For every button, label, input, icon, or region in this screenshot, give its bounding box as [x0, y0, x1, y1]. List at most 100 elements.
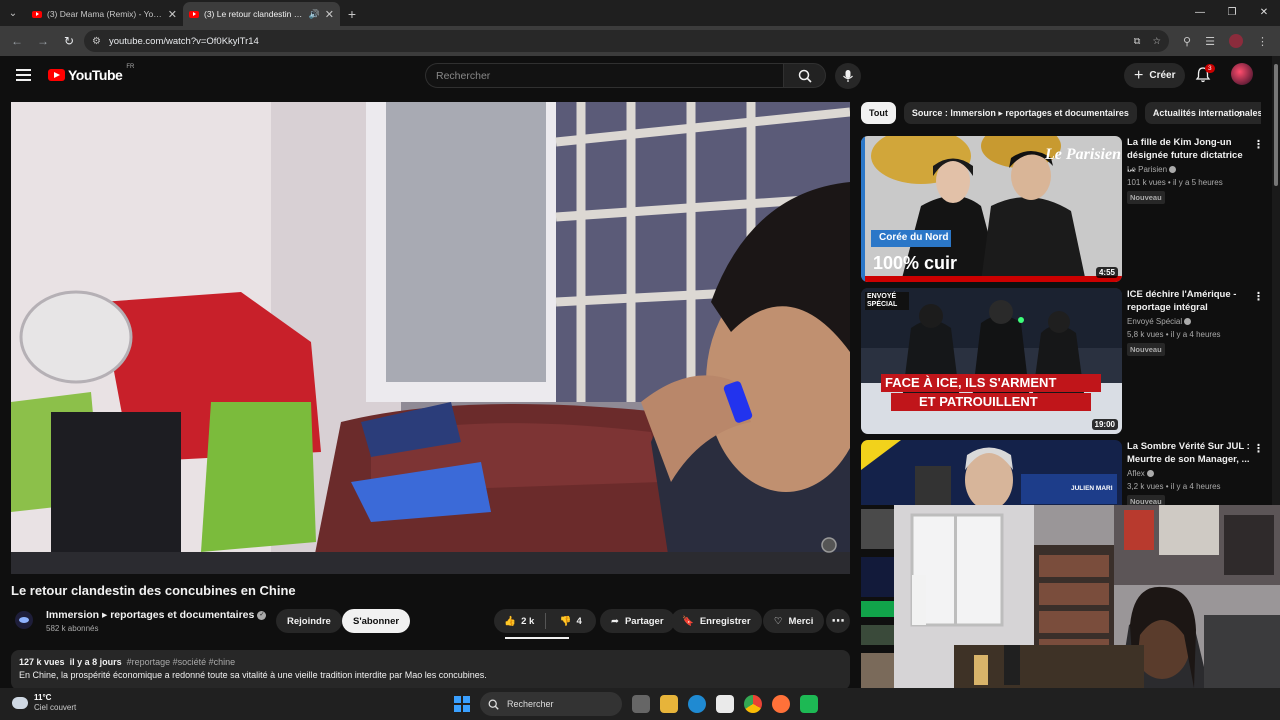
share-label: Partager [624, 615, 664, 627]
thanks-button[interactable]: ♡ Merci [763, 609, 825, 633]
thanks-label: Merci [788, 615, 814, 627]
app-icon[interactable] [800, 695, 818, 713]
chip-all[interactable]: Tout [861, 102, 896, 124]
hidden-recommendations-strip [861, 505, 894, 688]
video-actions-row: Immersion ▸ reportages et documentaires ✓… [11, 607, 856, 639]
youtube-logo[interactable]: YouTube FR [48, 64, 135, 83]
reload-icon[interactable]: ↻ [58, 30, 80, 52]
profile-avatar[interactable] [1228, 34, 1243, 48]
windows-start-icon[interactable] [454, 696, 470, 712]
taskbar-search-label: Rechercher [507, 699, 554, 709]
more-actions-button[interactable]: ⋯ [826, 609, 850, 633]
views-text: 3,2 k vues [1127, 482, 1164, 491]
logo-text: YouTube [68, 67, 123, 83]
thumb-name: JULIEN MARI [1071, 485, 1113, 492]
task-view-icon[interactable] [632, 695, 650, 713]
video-thumbnail[interactable]: ENVOYÉ SPÉCIAL FACE À ICE, ILS S'ARMENT … [861, 288, 1122, 434]
recommendation-channel[interactable]: Envoyé Spécial [1127, 317, 1192, 326]
speaker-icon[interactable]: 🔊 [309, 9, 320, 20]
video-thumbnail[interactable]: Le Parisien Corée du Nord 100% cuir 4:55 [861, 136, 1122, 282]
more-options-icon[interactable]: ⋮ [1253, 442, 1264, 455]
chip-source[interactable]: Source : Immersion ▸ reportages et docum… [903, 102, 1137, 124]
bookmark-star-icon[interactable]: ☆ [1152, 36, 1161, 47]
recommendation-item[interactable]: ENVOYÉ SPÉCIAL FACE À ICE, ILS S'ARMENT … [861, 288, 1266, 434]
youtube-header: YouTube FR Rechercher + Créer 3 [0, 56, 1272, 96]
extensions-icon[interactable]: ⚲ [1183, 35, 1191, 48]
recommendation-stats: 101 k vues • il y a 5 heures [1127, 178, 1223, 187]
close-window-icon[interactable]: ✕ [1248, 0, 1280, 24]
subscriber-count: 582 k abonnés [46, 624, 99, 633]
store-icon[interactable] [716, 695, 734, 713]
menu-icon[interactable] [16, 69, 31, 81]
close-tab-icon[interactable]: ✕ [325, 8, 334, 21]
share-icon: ➦ [611, 615, 619, 627]
dislike-button[interactable]: 👎 4 [546, 616, 597, 627]
reading-list-icon[interactable]: ☰ [1205, 35, 1215, 48]
search-button[interactable] [783, 63, 826, 88]
join-button[interactable]: Rejoindre [276, 609, 342, 633]
new-tab-button[interactable]: + [340, 2, 364, 26]
tab-search-icon[interactable]: ⌄ [0, 0, 26, 26]
like-button[interactable]: 👍 2 k [494, 616, 545, 627]
account-avatar[interactable] [1231, 63, 1253, 85]
like-count: 2 k [521, 615, 535, 627]
taskbar-search[interactable]: Rechercher [480, 692, 622, 716]
subscribe-button[interactable]: S'abonner [342, 609, 411, 633]
address-bar[interactable]: ⚙ youtube.com/watch?v=Of0KkylTr14 ⧉ ☆ [84, 30, 1169, 52]
dislike-count: 4 [576, 615, 582, 627]
recommendation-channel[interactable]: Le Parisien [1127, 165, 1177, 174]
recommendation-title[interactable]: ICE déchire l'Amérique - reportage intég… [1127, 288, 1251, 314]
like-active-indicator [505, 637, 569, 639]
forward-icon[interactable]: → [32, 30, 54, 52]
video-thumbnail[interactable]: JULIEN MARI [861, 440, 1122, 505]
notification-count-badge: 3 [1205, 64, 1215, 73]
recommendation-stats: 3,2 k vues • il y a 4 heures [1127, 482, 1221, 491]
microphone-icon [843, 70, 853, 82]
thumb-line-1: FACE À ICE, ILS S'ARMENT [885, 375, 1057, 390]
voice-search-button[interactable] [835, 63, 861, 89]
search-input[interactable]: Rechercher [425, 63, 783, 88]
recommendation-item[interactable]: Le Parisien Corée du Nord 100% cuir 4:55… [861, 136, 1266, 282]
recommendation-channel[interactable]: Aflex [1127, 469, 1154, 478]
chevron-right-icon[interactable]: › [1238, 106, 1242, 121]
new-badge: Nouveau [1127, 495, 1165, 505]
more-options-icon[interactable]: ⋮ [1253, 138, 1264, 151]
thumb-tag: Corée du Nord [879, 232, 949, 243]
chrome-icon[interactable] [744, 695, 762, 713]
close-tab-icon[interactable]: ✕ [168, 8, 177, 21]
thumb-caption: 100% cuir [873, 253, 958, 273]
edge-icon[interactable] [688, 695, 706, 713]
video-player[interactable] [11, 102, 850, 574]
minimize-icon[interactable]: — [1184, 0, 1216, 24]
channel-text: Envoyé Spécial [1127, 317, 1183, 326]
new-badge: Nouveau [1127, 343, 1165, 356]
share-button[interactable]: ➦ Partager [600, 609, 675, 633]
verified-icon [1184, 318, 1192, 326]
scrollbar-thumb[interactable] [1274, 64, 1278, 186]
window-controls: — ❐ ✕ [1184, 0, 1280, 24]
channel-logo-icon [19, 617, 29, 623]
recommendation-title[interactable]: La Sombre Vérité Sur JUL : Meurtre de so… [1127, 440, 1251, 466]
install-app-icon[interactable]: ⧉ [1134, 36, 1141, 47]
site-info-icon[interactable]: ⚙ [92, 36, 101, 47]
browser-menu-icon[interactable]: ⋮ [1257, 35, 1268, 48]
browser-tab[interactable]: (3) Dear Mama (Remix) - YouTube ✕ [26, 2, 183, 26]
firefox-icon[interactable] [772, 695, 790, 713]
save-button[interactable]: 🔖 Enregistrer [671, 609, 762, 633]
verified-icon [1169, 166, 1177, 174]
weather-widget[interactable]: 11°C Ciel couvert [12, 693, 76, 713]
channel-name[interactable]: Immersion ▸ reportages et documentaires ✓ [46, 609, 267, 621]
browser-tab-active[interactable]: (3) Le retour clandestin des concubines … [183, 2, 340, 26]
more-options-icon[interactable]: ⋮ [1253, 290, 1264, 303]
country-code: FR [126, 64, 135, 70]
channel-avatar[interactable] [15, 611, 33, 629]
back-icon[interactable]: ← [6, 30, 28, 52]
file-explorer-icon[interactable] [660, 695, 678, 713]
create-button[interactable]: + Créer [1124, 63, 1186, 88]
recommendation-item[interactable]: JULIEN MARI La Sombre Vérité Sur JUL : M… [861, 440, 1266, 505]
join-label: Rejoindre [287, 615, 331, 627]
description-box[interactable]: 127 k vues il y a 8 jours #reportage #so… [11, 650, 850, 690]
chip-world-news[interactable]: Actualités internationales [1144, 102, 1261, 124]
webcam-image [894, 505, 1280, 688]
restore-icon[interactable]: ❐ [1216, 0, 1248, 24]
